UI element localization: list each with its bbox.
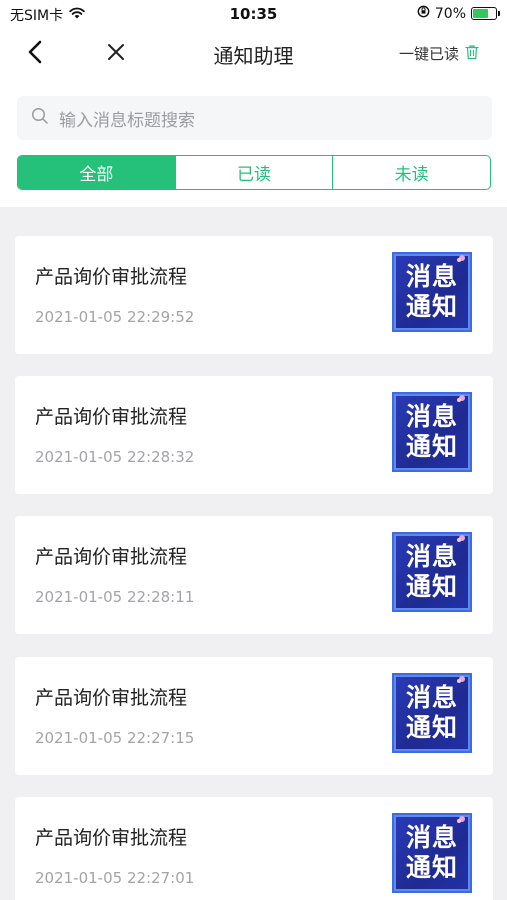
nav-bar: 通知助理 一键已读 xyxy=(0,28,507,78)
mark-all-read-label: 一键已读 xyxy=(398,45,459,63)
thumb-line1: 消息 xyxy=(405,402,458,431)
battery-percent: 70% xyxy=(434,5,466,22)
battery-icon xyxy=(471,7,500,20)
trash-icon xyxy=(465,44,479,64)
thumb-line2: 通知 xyxy=(405,853,458,882)
message-time: 2021-01-05 22:27:15 xyxy=(35,729,195,747)
list-item[interactable]: 产品询价审批流程 2021-01-05 22:28:11 消息 通知 xyxy=(15,516,493,634)
flower-decoration-icon xyxy=(457,816,465,823)
message-thumbnail: 消息 通知 xyxy=(392,252,472,332)
list-item[interactable]: 产品询价审批流程 2021-01-05 22:27:01 消息 通知 xyxy=(15,797,493,900)
list-item[interactable]: 产品询价审批流程 2021-01-05 22:28:32 消息 通知 xyxy=(15,376,493,494)
thumb-line2: 通知 xyxy=(405,432,458,461)
flower-decoration-icon xyxy=(457,676,465,683)
message-thumbnail: 消息 通知 xyxy=(392,532,472,612)
orientation-lock-icon xyxy=(417,5,430,22)
thumb-line1: 消息 xyxy=(405,823,458,852)
message-time: 2021-01-05 22:28:11 xyxy=(35,588,195,606)
message-time: 2021-01-05 22:29:52 xyxy=(35,308,195,326)
thumb-line1: 消息 xyxy=(405,542,458,571)
message-list: 产品询价审批流程 2021-01-05 22:29:52 消息 通知 产品询价审… xyxy=(0,207,507,900)
message-title: 产品询价审批流程 xyxy=(35,406,188,428)
thumb-line2: 通知 xyxy=(405,713,458,742)
mark-all-read-button[interactable]: 一键已读 xyxy=(399,43,479,64)
flower-decoration-icon xyxy=(457,395,465,402)
flower-decoration-icon xyxy=(457,535,465,542)
message-title: 产品询价审批流程 xyxy=(35,546,188,568)
battery-level xyxy=(473,9,489,18)
tab-read[interactable]: 已读 xyxy=(176,156,334,189)
thumb-line2: 通知 xyxy=(405,572,458,601)
message-title: 产品询价审批流程 xyxy=(35,827,188,849)
list-item[interactable]: 产品询价审批流程 2021-01-05 22:27:15 消息 通知 xyxy=(15,657,493,775)
flower-decoration-icon xyxy=(457,255,465,262)
status-bar: 无SIM卡 10:35 70% xyxy=(0,0,507,28)
message-thumbnail: 消息 通知 xyxy=(392,813,472,893)
tab-unread[interactable]: 未读 xyxy=(333,156,490,189)
message-time: 2021-01-05 22:27:01 xyxy=(35,869,195,887)
status-right: 70% xyxy=(417,5,500,22)
thumb-line1: 消息 xyxy=(405,683,458,712)
message-thumbnail: 消息 通知 xyxy=(392,673,472,753)
thumb-line2: 通知 xyxy=(405,292,458,321)
thumb-line1: 消息 xyxy=(405,262,458,291)
message-title: 产品询价审批流程 xyxy=(35,266,188,288)
list-item[interactable]: 产品询价审批流程 2021-01-05 22:29:52 消息 通知 xyxy=(15,236,493,354)
message-time: 2021-01-05 22:28:32 xyxy=(35,448,195,466)
tab-all[interactable]: 全部 xyxy=(18,156,176,189)
message-title: 产品询价审批流程 xyxy=(35,687,188,709)
search-input[interactable]: 输入消息标题搜索 xyxy=(17,96,492,140)
message-thumbnail: 消息 通知 xyxy=(392,392,472,472)
search-icon xyxy=(31,107,49,129)
filter-tabs: 全部 已读 未读 xyxy=(17,155,491,190)
search-placeholder: 输入消息标题搜索 xyxy=(59,110,195,131)
